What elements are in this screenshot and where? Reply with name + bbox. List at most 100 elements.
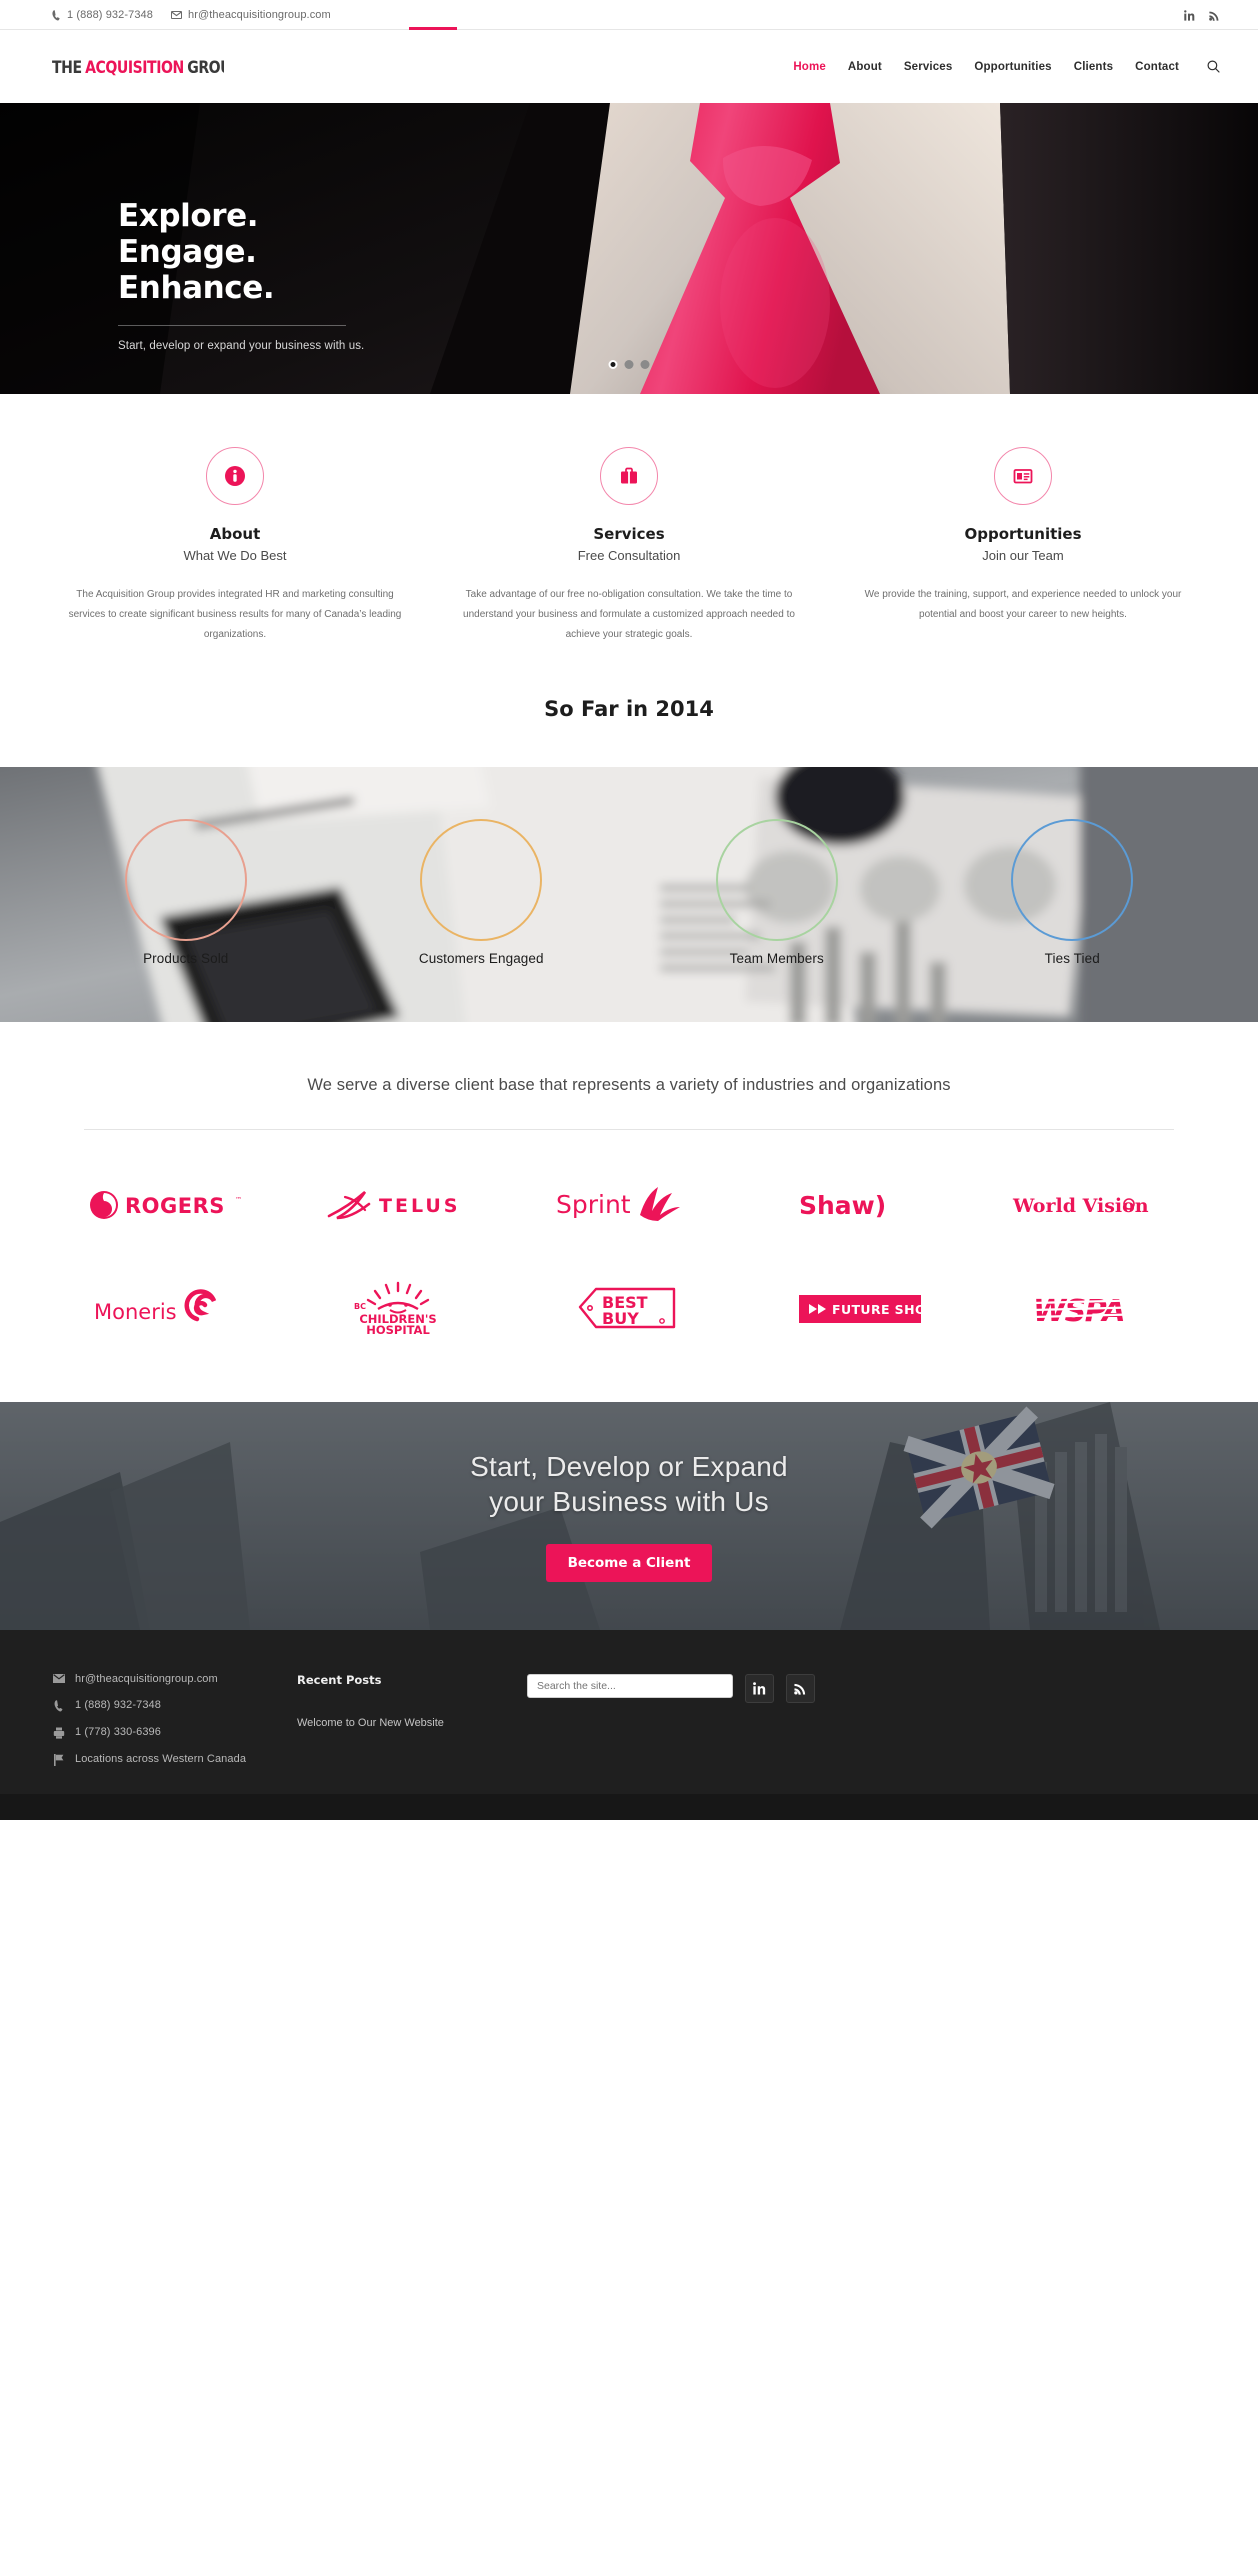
top-bar-email[interactable]: hr@theacquisitiongroup.com xyxy=(171,9,331,21)
svg-text:ROGERS: ROGERS xyxy=(125,1194,225,1218)
phone-icon xyxy=(52,9,61,21)
feature-card-services[interactable]: Services Free Consultation Take advantag… xyxy=(432,447,826,645)
feature-card-opportunities[interactable]: Opportunities Join our Team We provide t… xyxy=(826,447,1220,645)
feature-body: Take advantage of our free no-obligation… xyxy=(463,589,795,640)
phone-icon xyxy=(52,1699,66,1712)
feature-body: We provide the training, support, and ex… xyxy=(864,589,1182,620)
client-logo-row-2: Moneris BC CHILDREN'S HOSPITAL BEST BUY … xyxy=(52,1276,1206,1342)
feature-subtitle: Join our Team xyxy=(982,548,1064,563)
footer-search-column xyxy=(527,1673,815,1794)
site-footer: hr@theacquisitiongroup.com 1 (888) 932-7… xyxy=(0,1630,1258,1794)
counters-title: So Far in 2014 xyxy=(0,689,1258,767)
top-bar-social xyxy=(1184,9,1220,21)
hero-content: Explore. Engage. Enhance. Start, develop… xyxy=(0,103,420,352)
become-a-client-button[interactable]: Become a Client xyxy=(545,1543,713,1582)
hero-slider-dots xyxy=(608,360,650,369)
svg-text:ACQUISITION: ACQUISITION xyxy=(85,57,184,77)
nav-item-contact[interactable]: Contact xyxy=(1135,61,1179,73)
info-circle-icon xyxy=(206,447,264,505)
hero-line-1: Explore. xyxy=(118,198,259,234)
linkedin-icon[interactable] xyxy=(1184,9,1195,21)
cta-section: Start, Develop or Expand your Business w… xyxy=(0,1402,1258,1630)
site-logo[interactable]: THE ACQUISITION GROUP xyxy=(52,57,224,77)
hero-slider: Explore. Engage. Enhance. Start, develop… xyxy=(0,103,1258,394)
top-bar-phone[interactable]: 1 (888) 932-7348 xyxy=(52,9,153,21)
footer-fax[interactable]: 1 (778) 330-6396 xyxy=(52,1726,297,1739)
counters-section: Products Sold Customers Engaged Team Mem… xyxy=(0,767,1258,1022)
clients-section: We serve a diverse client base that repr… xyxy=(0,1022,1258,1402)
hero-dot-3[interactable] xyxy=(640,360,650,369)
counters-row: Products Sold Customers Engaged Team Mem… xyxy=(0,767,1258,1022)
top-bar: 1 (888) 932-7348 hr@theacquisitiongroup.… xyxy=(0,0,1258,30)
counter-label: Team Members xyxy=(729,951,824,966)
sprint-logo[interactable]: Sprint xyxy=(514,1172,745,1238)
counter-ring xyxy=(715,819,838,941)
future-shop-logo[interactable]: FUTURE SHOP xyxy=(744,1276,975,1342)
footer-recent-posts-column: Recent Posts Welcome to Our New Website xyxy=(297,1673,527,1794)
cta-line-1: Start, Develop or Expand xyxy=(470,1451,788,1483)
rss-icon[interactable] xyxy=(786,1674,815,1703)
svg-text:Sprint: Sprint xyxy=(556,1190,631,1219)
clients-intro: We serve a diverse client base that repr… xyxy=(307,1076,951,1094)
best-buy-logo[interactable]: BEST BUY xyxy=(514,1276,745,1342)
footer-email-text: hr@theacquisitiongroup.com xyxy=(75,1673,218,1685)
id-card-icon xyxy=(994,447,1052,505)
svg-text:FUTURE SHOP: FUTURE SHOP xyxy=(832,1302,921,1317)
counter-products-sold: Products Sold xyxy=(38,767,334,1022)
svg-text:Shaw): Shaw) xyxy=(799,1191,886,1220)
envelope-icon xyxy=(52,1673,66,1683)
footer-phone-text: 1 (888) 932-7348 xyxy=(75,1699,161,1711)
search-input[interactable] xyxy=(527,1674,733,1698)
top-bar-contact: 1 (888) 932-7348 hr@theacquisitiongroup.… xyxy=(52,9,331,21)
rogers-logo[interactable]: ROGERS ™ xyxy=(52,1172,283,1238)
shaw-logo[interactable]: Shaw) xyxy=(744,1172,975,1238)
wspa-logo[interactable]: WSPA xyxy=(975,1276,1206,1342)
nav-active-indicator xyxy=(409,27,457,30)
main-nav: Home About Services Opportunities Client… xyxy=(793,60,1220,73)
flag-icon xyxy=(52,1753,66,1766)
rss-icon[interactable] xyxy=(1209,10,1220,21)
footer-location-text: Locations across Western Canada xyxy=(75,1753,247,1765)
nav-item-services[interactable]: Services xyxy=(904,61,953,73)
client-logo-row-1: ROGERS ™ TELUS Sprint Shaw) World Vision xyxy=(52,1172,1206,1238)
footer-location[interactable]: Locations across Western Canada xyxy=(52,1753,297,1766)
nav-item-home[interactable]: Home xyxy=(793,61,826,73)
svg-text:BC: BC xyxy=(354,1302,366,1311)
counter-ties-tied: Ties Tied xyxy=(925,767,1221,1022)
counter-customers-engaged: Customers Engaged xyxy=(334,767,630,1022)
footer-phone[interactable]: 1 (888) 932-7348 xyxy=(52,1699,297,1712)
hero-dot-2[interactable] xyxy=(624,360,634,369)
cta-heading: Start, Develop or Expand your Business w… xyxy=(470,1450,788,1519)
site-header: THE ACQUISITION GROUP Home About Service… xyxy=(0,30,1258,103)
hero-heading: Explore. Engage. Enhance. xyxy=(118,198,420,307)
search-icon[interactable] xyxy=(1207,60,1220,73)
hero-subtitle: Start, develop or expand your business w… xyxy=(118,339,365,352)
footer-contact-column: hr@theacquisitiongroup.com 1 (888) 932-7… xyxy=(52,1673,297,1794)
feature-body: The Acquisition Group provides integrate… xyxy=(68,589,402,640)
nav-item-clients[interactable]: Clients xyxy=(1074,61,1113,73)
footer-email[interactable]: hr@theacquisitiongroup.com xyxy=(52,1673,297,1685)
bc-childrens-hospital-logo[interactable]: BC CHILDREN'S HOSPITAL xyxy=(283,1276,514,1342)
hero-divider xyxy=(118,324,346,326)
svg-text:BUY: BUY xyxy=(602,1309,639,1328)
svg-text:™: ™ xyxy=(235,1196,242,1204)
svg-text:Moneris: Moneris xyxy=(94,1300,177,1324)
client-logo-grid: ROGERS ™ TELUS Sprint Shaw) World Vision… xyxy=(0,1130,1258,1402)
telus-logo[interactable]: TELUS xyxy=(283,1172,514,1238)
hero-dot-1[interactable] xyxy=(608,360,618,369)
feature-card-about[interactable]: About What We Do Best The Acquisition Gr… xyxy=(38,447,432,645)
footer-post-link[interactable]: Welcome to Our New Website xyxy=(297,1717,444,1729)
world-vision-logo[interactable]: World Vision xyxy=(975,1172,1206,1238)
counter-label: Products Sold xyxy=(143,951,229,966)
nav-item-about[interactable]: About xyxy=(848,61,882,73)
counter-ring xyxy=(124,819,247,941)
svg-text:HOSPITAL: HOSPITAL xyxy=(366,1323,430,1337)
hero-line-2: Engage. xyxy=(118,233,257,270)
moneris-logo[interactable]: Moneris xyxy=(52,1276,283,1342)
counter-ring xyxy=(1011,819,1134,941)
feature-title: Services xyxy=(593,525,665,543)
nav-item-opportunities[interactable]: Opportunities xyxy=(974,61,1051,73)
top-bar-phone-text: 1 (888) 932-7348 xyxy=(67,9,153,21)
counter-team-members: Team Members xyxy=(629,767,925,1022)
linkedin-icon[interactable] xyxy=(745,1674,774,1703)
